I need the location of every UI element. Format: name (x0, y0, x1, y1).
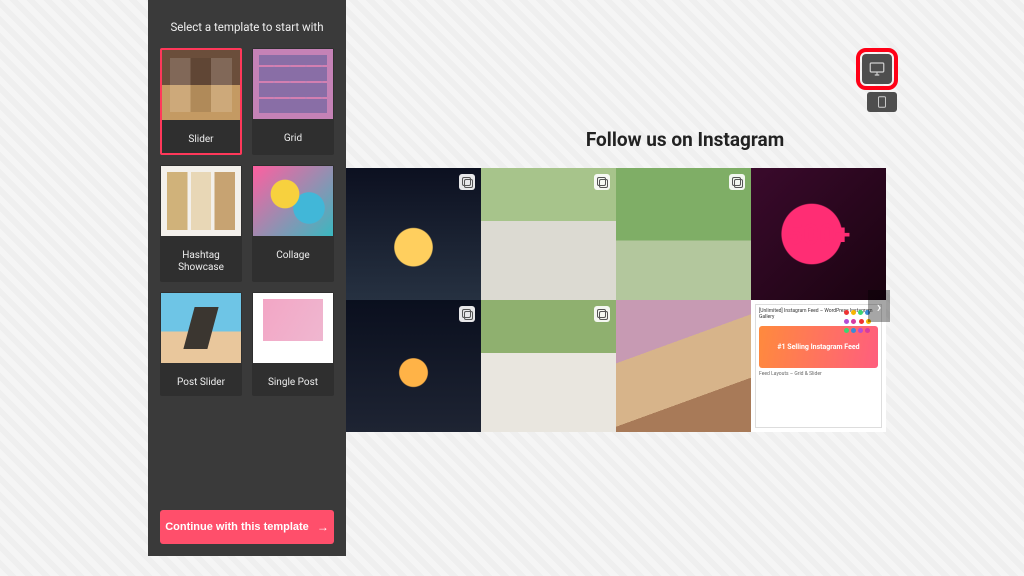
template-thumb (253, 49, 333, 119)
multi-image-icon (459, 306, 475, 322)
template-label: Slider (188, 134, 213, 147)
tablet-icon (875, 95, 889, 109)
tile-product-card: [Unlimited] Instagram Feed – WordPress I… (755, 304, 882, 428)
arrow-right-icon (317, 520, 329, 534)
feed-tile[interactable]: 500+ (751, 168, 886, 300)
template-card-hashtag-showcase[interactable]: Hashtag Showcase (160, 165, 242, 282)
instagram-feed: 500+ [Unlimited] Instagram Feed – WordPr… (346, 168, 886, 432)
template-thumb (161, 293, 241, 363)
template-thumb (161, 166, 241, 236)
feed-tile[interactable] (346, 168, 481, 300)
panel-title: Select a template to start with (160, 20, 334, 34)
template-label: Collage (276, 250, 309, 263)
continue-button[interactable]: Continue with this template (160, 510, 334, 544)
template-card-single-post[interactable]: Single Post (252, 292, 334, 397)
continue-label: Continue with this template (165, 521, 309, 533)
template-card-post-slider[interactable]: Post Slider (160, 292, 242, 397)
template-thumb (253, 293, 333, 363)
desktop-icon (868, 60, 886, 78)
template-panel: Select a template to start with Slider G… (148, 0, 346, 556)
template-grid: Slider Grid Hashtag Showcase Collage Pos… (160, 48, 334, 396)
multi-image-icon (459, 174, 475, 190)
desktop-preview-button-highlight (856, 48, 898, 90)
preview-area: Follow us on Instagram 500+ [Unlimited] … (346, 0, 1024, 556)
editor-stage: Select a template to start with Slider G… (0, 0, 1024, 576)
template-label: Grid (284, 133, 302, 146)
template-label: Hashtag Showcase (161, 250, 241, 275)
feed-tile[interactable]: [Unlimited] Instagram Feed – WordPress I… (751, 300, 886, 432)
feed-tile[interactable] (616, 300, 751, 432)
feed-tile[interactable] (346, 300, 481, 432)
template-card-collage[interactable]: Collage (252, 165, 334, 282)
multi-image-icon (594, 306, 610, 322)
feed-tile[interactable] (481, 168, 616, 300)
template-card-grid[interactable]: Grid (252, 48, 334, 155)
template-thumb (162, 50, 240, 120)
template-card-slider[interactable]: Slider (160, 48, 242, 155)
feed-tile[interactable] (616, 168, 751, 300)
secondary-device-button[interactable] (867, 92, 897, 112)
desktop-preview-button[interactable] (862, 54, 892, 84)
preview-heading: Follow us on Instagram (346, 128, 1024, 151)
multi-image-icon (729, 174, 745, 190)
tile-overlay-text: 500+ (751, 168, 886, 300)
template-label: Single Post (268, 377, 318, 390)
chevron-right-icon: › (877, 297, 882, 316)
template-label: Post Slider (177, 377, 225, 390)
multi-image-icon (594, 174, 610, 190)
tile8-subline: Feed Layouts – Grid & Slider (759, 371, 878, 377)
slider-next-button[interactable]: › (868, 290, 890, 322)
feed-tile[interactable] (481, 300, 616, 432)
template-thumb (253, 166, 333, 236)
